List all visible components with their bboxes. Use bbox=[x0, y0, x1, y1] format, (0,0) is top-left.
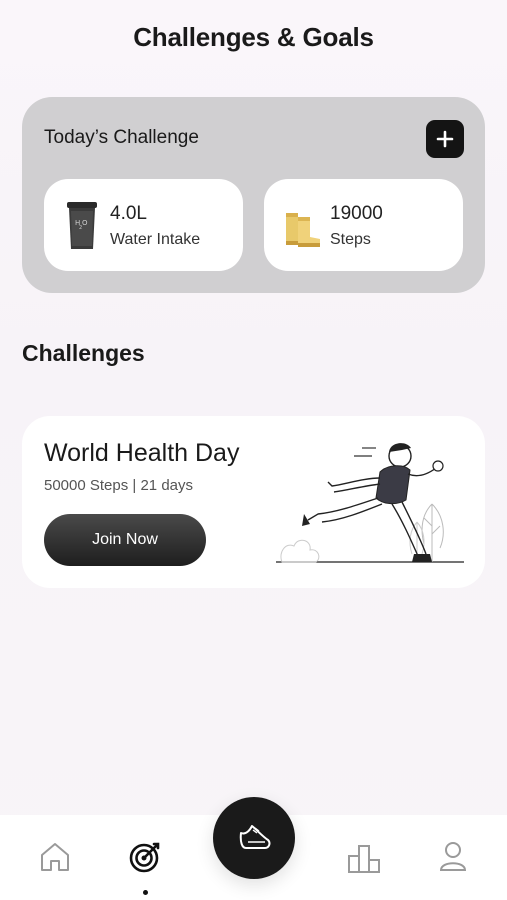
active-nav-indicator bbox=[143, 890, 148, 895]
home-icon[interactable] bbox=[37, 839, 73, 875]
start-activity-button[interactable] bbox=[213, 797, 295, 879]
target-icon[interactable] bbox=[127, 839, 163, 875]
profile-icon[interactable] bbox=[435, 839, 471, 875]
water-bottle-icon: H O 2 bbox=[67, 202, 97, 249]
runner-illustration bbox=[276, 443, 464, 563]
plus-icon bbox=[436, 130, 454, 148]
steps-caption: Steps bbox=[330, 231, 371, 248]
water-intake-card[interactable]: H O 2 4.0L Water Intake bbox=[44, 179, 243, 271]
page-title: Challenges & Goals bbox=[133, 22, 374, 52]
svg-text:2: 2 bbox=[79, 225, 82, 231]
todays-challenge-label: Today’s Challenge bbox=[44, 127, 199, 148]
water-intake-caption: Water Intake bbox=[110, 231, 201, 248]
svg-text:O: O bbox=[82, 219, 88, 227]
steps-value: 19000 bbox=[330, 203, 383, 224]
leaderboard-icon[interactable] bbox=[346, 841, 382, 877]
todays-challenge-card: Today’s Challenge H O 2 4.0L Water Intak… bbox=[22, 97, 485, 293]
challenge-card[interactable]: World Health Day 50000 Steps | 21 days J… bbox=[22, 416, 485, 588]
add-challenge-button[interactable] bbox=[426, 120, 464, 158]
challenge-meta: 50000 Steps | 21 days bbox=[44, 477, 194, 494]
boots-icon bbox=[286, 213, 320, 247]
steps-card[interactable]: 19000 Steps bbox=[264, 179, 463, 271]
water-intake-value: 4.0L bbox=[110, 203, 147, 224]
challenges-heading: Challenges bbox=[22, 340, 145, 366]
challenge-title: World Health Day bbox=[44, 439, 240, 467]
shoe-icon bbox=[239, 825, 271, 849]
join-now-button[interactable]: Join Now bbox=[44, 514, 206, 566]
